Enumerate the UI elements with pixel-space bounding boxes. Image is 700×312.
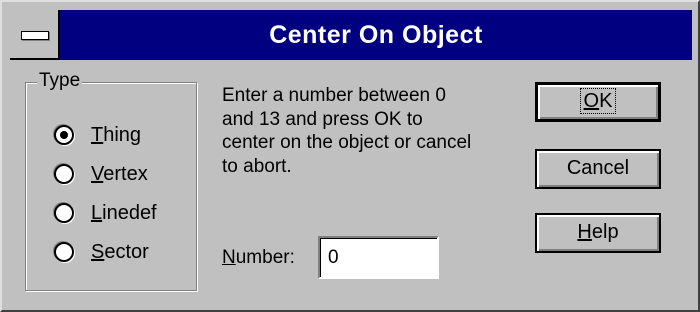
- cancel-button[interactable]: Cancel: [535, 149, 661, 189]
- help-button[interactable]: Help: [535, 213, 661, 253]
- radio-thing-label: Thing: [91, 123, 142, 146]
- radio-vertex[interactable]: Vertex: [54, 159, 148, 189]
- radio-sector[interactable]: Sector: [54, 237, 149, 267]
- radio-sector-label: Sector: [91, 240, 149, 263]
- radio-vertex-label: Vertex: [91, 162, 148, 185]
- title-bar[interactable]: Center On Object: [10, 10, 692, 60]
- radio-linedef-label: Linedef: [91, 201, 157, 224]
- center-on-object-dialog: Center On Object Type Thing Vertex Lined…: [0, 0, 700, 312]
- instructions-line: and 13 and press OK to: [222, 108, 423, 130]
- ok-button[interactable]: OK: [535, 82, 661, 122]
- ok-button-label: OK: [579, 88, 617, 114]
- radio-button-selected-icon[interactable]: [54, 125, 74, 145]
- number-label: Number:: [222, 247, 295, 268]
- radio-linedef[interactable]: Linedef: [54, 198, 157, 228]
- radio-button-icon[interactable]: [54, 203, 74, 223]
- radio-thing[interactable]: Thing: [54, 120, 141, 150]
- instructions-line: to abort.: [222, 155, 292, 177]
- help-button-label: Help: [577, 221, 619, 243]
- instructions-text: Enter a number between 0 and 13 and pres…: [222, 84, 522, 178]
- number-input[interactable]: [318, 236, 439, 279]
- radio-button-icon[interactable]: [54, 164, 74, 184]
- instructions-line: center on the object or cancel: [222, 132, 472, 153]
- instructions-line: Enter a number between 0: [222, 85, 446, 106]
- system-menu-button[interactable]: [10, 10, 60, 60]
- radio-button-icon[interactable]: [54, 242, 74, 262]
- dialog-title: Center On Object: [269, 21, 483, 49]
- type-group-label: Type: [37, 70, 83, 92]
- system-menu-icon: [21, 31, 49, 40]
